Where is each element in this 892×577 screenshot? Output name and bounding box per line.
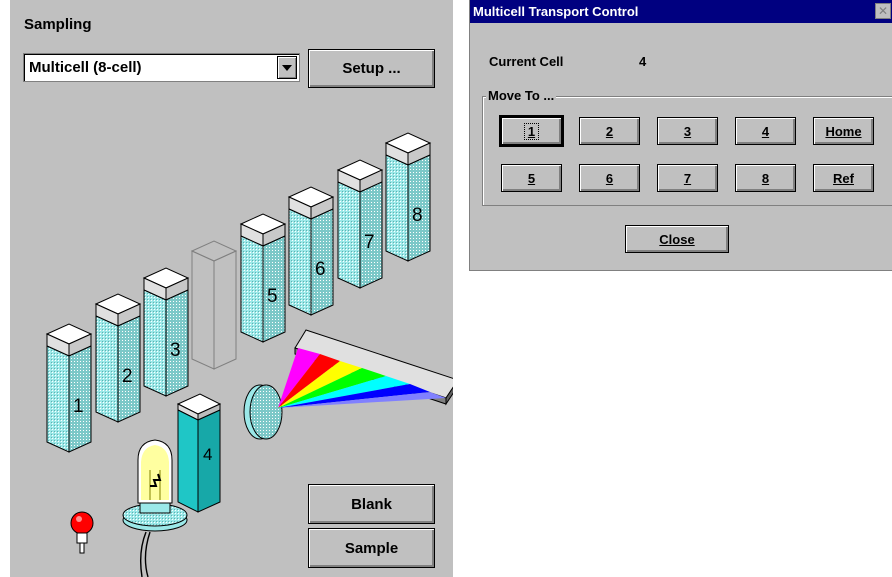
cuvette-6: 6 <box>287 186 335 316</box>
indicator-bulb-icon <box>70 511 94 554</box>
blank-button[interactable]: Blank <box>308 484 435 524</box>
multicell-transport-dialog: Multicell Transport Control ✕ Current Ce… <box>469 0 892 271</box>
active-cell-number: 4 <box>203 445 212 464</box>
cuvette-number: 7 <box>364 232 375 253</box>
move-to-label: Move To ... <box>486 88 557 103</box>
move-to-cell-8-button[interactable]: 8 <box>735 164 796 192</box>
move-to-cell-7-button[interactable]: 7 <box>657 164 718 192</box>
close-button[interactable]: Close <box>625 225 729 253</box>
grating-icon <box>278 329 453 408</box>
cuvette-4 <box>190 240 238 370</box>
sample-button[interactable]: Sample <box>308 528 435 568</box>
cuvette-number: 1 <box>73 396 84 417</box>
cuvette-2: 2 <box>94 293 142 423</box>
move-to-cell-6-button[interactable]: 6 <box>579 164 640 192</box>
move-to-cell-1-button[interactable]: 1 <box>499 115 564 147</box>
move-to-cell-5-button[interactable]: 5 <box>501 164 562 192</box>
cuvette-number: 8 <box>412 205 423 226</box>
cuvette-5: 5 <box>239 213 287 343</box>
cuvette-8: 8 <box>384 132 432 262</box>
active-cuvette: 4 <box>176 393 222 513</box>
current-cell-value: 4 <box>639 54 647 69</box>
cuvette-row: 1 2 3 5 6 7 8 <box>45 132 432 453</box>
move-to-cell-2-button[interactable]: 2 <box>579 117 640 145</box>
sampling-panel: Sampling Multicell (8-cell) Setup ... 12… <box>10 0 453 577</box>
cuvette-7: 7 <box>336 159 384 289</box>
close-icon[interactable]: ✕ <box>875 3 891 19</box>
move-home-button[interactable]: Home <box>813 117 874 145</box>
cuvette-3: 3 <box>142 267 190 397</box>
move-to-cell-4-button[interactable]: 4 <box>735 117 796 145</box>
cuvette-number: 3 <box>170 340 181 361</box>
lens-icon <box>243 384 283 440</box>
cuvette-number: 2 <box>122 366 133 387</box>
cuvette-1: 1 <box>45 323 93 453</box>
current-cell-label: Current Cell <box>489 54 564 69</box>
dialog-title: Multicell Transport Control <box>473 4 639 19</box>
move-to-cell-3-button[interactable]: 3 <box>657 117 718 145</box>
cuvette-number: 5 <box>267 286 278 307</box>
cuvette-number: 6 <box>315 259 326 280</box>
lamp-icon <box>122 439 188 577</box>
dialog-titlebar[interactable]: Multicell Transport Control ✕ <box>470 0 892 23</box>
move-ref-button[interactable]: Ref <box>813 164 874 192</box>
